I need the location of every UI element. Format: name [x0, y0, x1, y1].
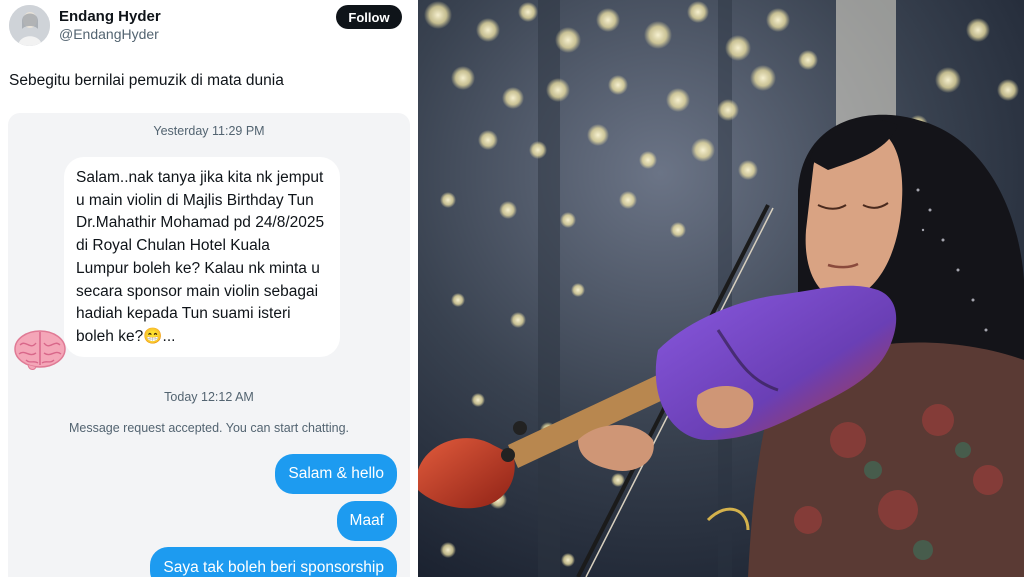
avatar[interactable]: [9, 5, 50, 46]
violinist-photo: [418, 0, 1024, 577]
outgoing-message: Saya tak boleh beri sponsorship: [150, 547, 397, 577]
incoming-message: Salam..nak tanya jika kita nk jemput u m…: [64, 157, 340, 357]
system-message: Message request accepted. You can start …: [68, 421, 350, 435]
brain-icon: [14, 330, 66, 370]
author-name[interactable]: Endang Hyder: [59, 8, 161, 25]
timestamp: Yesterday 11:29 PM: [153, 124, 265, 138]
dm-screenshot: Yesterday 11:29 PM Salam..nak tanya jika…: [8, 113, 410, 577]
tweet-text: Sebegitu bernilai pemuzik di mata dunia: [9, 72, 284, 89]
author-handle[interactable]: @EndangHyder: [59, 26, 159, 42]
outgoing-message: Maaf: [336, 501, 397, 541]
outgoing-message: Salam & hello: [275, 454, 397, 494]
follow-button[interactable]: Follow: [336, 5, 402, 29]
tweet-panel: Endang Hyder @EndangHyder Follow Sebegit…: [0, 0, 418, 577]
timestamp: Today 12:12 AM: [164, 390, 254, 404]
